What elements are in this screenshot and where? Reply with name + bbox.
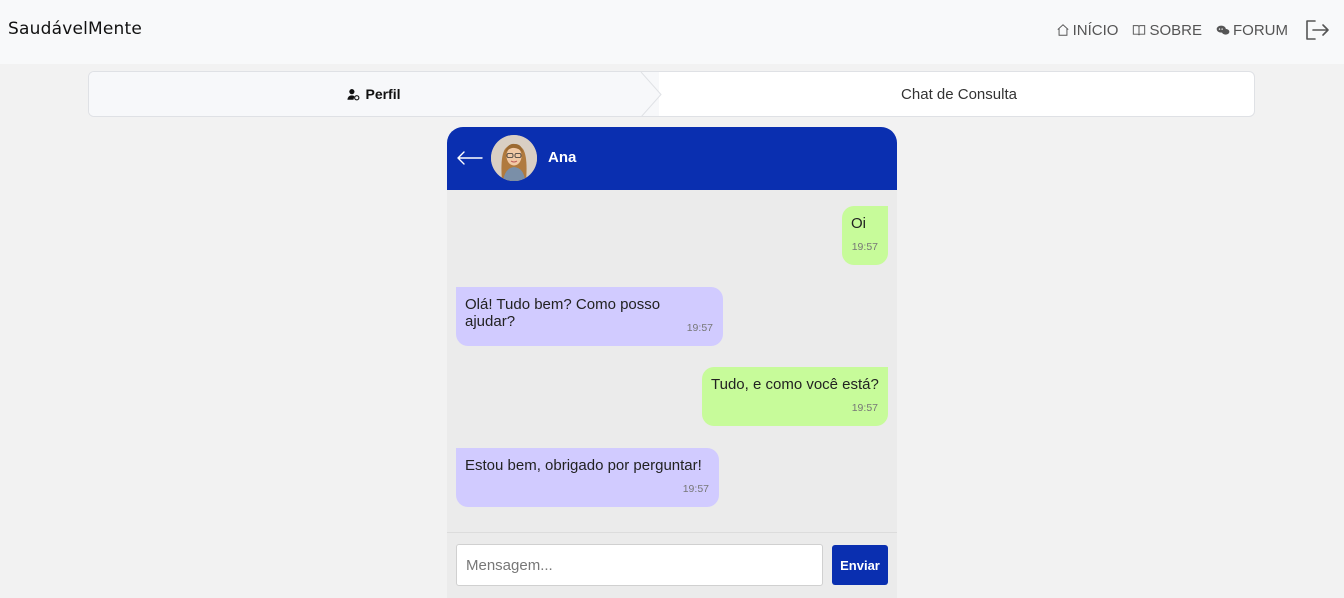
nav-link-forum[interactable]: FORUM [1216, 22, 1288, 39]
nav-link-label: FORUM [1233, 21, 1288, 39]
nav-links: INÍCIO SOBRE FORUM [1056, 16, 1330, 44]
chat-bubbles-icon [1216, 25, 1230, 35]
step-chat[interactable]: Chat de Consulta [669, 72, 1249, 116]
nav-link-inicio[interactable]: INÍCIO [1056, 21, 1119, 39]
home-icon [1057, 24, 1069, 36]
message-text: Tudo, e como você está? [711, 376, 879, 393]
contact-name: Ana [548, 149, 577, 166]
step-profile-label: Perfil [365, 86, 401, 102]
consultation-steps: Perfil Chat de Consulta [88, 71, 1255, 117]
nav-link-label: INÍCIO [1072, 21, 1119, 39]
message-received: Olá! Tudo bem? Como posso ajudar? 19:57 [456, 287, 723, 346]
send-button[interactable]: Enviar [832, 545, 888, 585]
logout-button[interactable] [1304, 19, 1330, 41]
message-time: 19:57 [851, 402, 878, 414]
step-divider-arrow [640, 72, 662, 116]
message-received: Estou bem, obrigado por perguntar! 19:57 [456, 448, 719, 507]
message-input[interactable] [456, 544, 823, 586]
message-text: Olá! Tudo bem? Como posso ajudar? [465, 296, 661, 330]
chat-window: Ana Oi 19:57 Olá! Tudo bem? Como posso a… [447, 127, 897, 598]
back-button[interactable] [456, 149, 484, 167]
avatar [491, 135, 537, 181]
step-profile[interactable]: Perfil [89, 72, 659, 116]
chat-header: Ana [447, 127, 897, 190]
navbar: SaudávelMente INÍCIO SOBRE FORUM [0, 0, 1344, 64]
nav-link-label: SOBRE [1149, 21, 1202, 39]
arrow-left-icon [457, 151, 483, 165]
message-sent: Oi 19:57 [842, 206, 888, 265]
message-time: 19:57 [851, 241, 878, 253]
book-icon [1133, 25, 1146, 36]
logout-icon [1306, 20, 1329, 40]
message-text: Estou bem, obrigado por perguntar! [465, 457, 702, 474]
user-gear-icon [347, 88, 360, 100]
nav-link-sobre[interactable]: SOBRE [1132, 22, 1202, 39]
message-time: 19:57 [682, 483, 709, 495]
message-list: Oi 19:57 Olá! Tudo bem? Como posso ajuda… [447, 190, 897, 532]
message-sent: Tudo, e como você está? 19:57 [702, 367, 888, 426]
brand-logo[interactable]: SaudávelMente [8, 19, 142, 39]
message-text: Oi [851, 215, 866, 232]
message-composer: Enviar [447, 532, 897, 598]
message-time: 19:57 [686, 322, 713, 334]
